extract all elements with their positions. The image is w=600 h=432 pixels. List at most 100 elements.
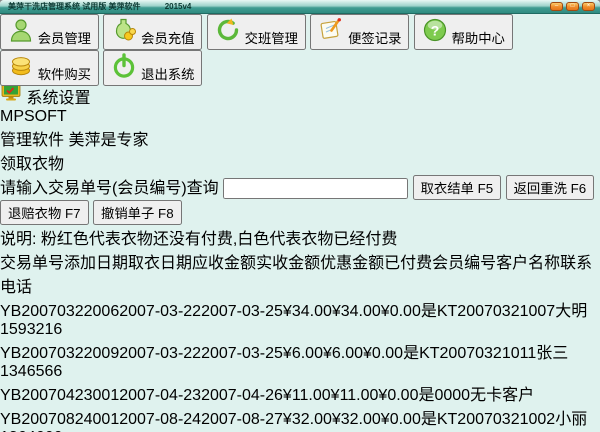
exit-system-button[interactable]: 退出系统 bbox=[103, 50, 203, 86]
notes-record-button[interactable]: 便签记录 bbox=[310, 14, 410, 50]
table-cell: ¥0.00 bbox=[380, 303, 421, 320]
power-icon bbox=[111, 53, 141, 82]
column-header[interactable]: 优惠金额 bbox=[320, 255, 384, 272]
logo-tagline: 管理软件 美萍是专家 bbox=[0, 132, 149, 149]
column-header[interactable]: 实收金额 bbox=[256, 255, 320, 272]
table-cell: 2007-04-26 bbox=[201, 387, 283, 404]
return-compensate-button[interactable]: 退赔衣物 F7 bbox=[0, 200, 89, 225]
table-row[interactable]: YB200708240012007-08-242007-08-27¥32.00¥… bbox=[0, 405, 600, 432]
orders-table-body: YB200703220062007-03-222007-03-25¥34.00¥… bbox=[0, 297, 600, 432]
table-cell: YB20070322009 bbox=[0, 345, 120, 362]
table-cell: 0000 bbox=[434, 387, 471, 404]
color-legend: 说明: 粉红色代表衣物还没有付费,白色代表衣物已经付费 bbox=[0, 231, 398, 248]
toolbar-label: 软件购买 bbox=[37, 67, 92, 82]
table-cell: 2007-03-25 bbox=[201, 303, 283, 320]
orders-table: 交易单号添加日期取衣日期应收金额实收金额优惠金额已付费会员编号客户名称联系电话 … bbox=[0, 249, 600, 432]
column-header[interactable]: 取衣日期 bbox=[128, 255, 192, 272]
table-cell: ¥32.00 bbox=[282, 411, 332, 428]
app-version: 2015v4 bbox=[164, 2, 192, 11]
table-cell: KT20070321002 bbox=[436, 411, 556, 428]
settings-monitor-icon bbox=[0, 83, 26, 107]
titlebar: 美萍干洗店管理系统 试用版 美萍软件 2015v4 – □ × bbox=[0, 0, 600, 14]
toolbar-label: 便签记录 bbox=[348, 31, 402, 46]
column-header[interactable]: 应收金额 bbox=[192, 255, 256, 272]
table-cell: 2007-08-27 bbox=[201, 411, 283, 428]
table-cell: 张三 bbox=[536, 345, 569, 362]
order-search-input[interactable] bbox=[223, 178, 409, 199]
column-header[interactable]: 会员编号 bbox=[432, 255, 496, 272]
table-cell: 是 bbox=[420, 411, 437, 428]
table-cell: YB20070824001 bbox=[0, 411, 120, 428]
table-cell: ¥11.00 bbox=[282, 387, 331, 404]
table-cell: 1346566 bbox=[0, 363, 63, 380]
table-cell: KT20070321011 bbox=[419, 345, 537, 362]
table-cell: 是 bbox=[420, 303, 437, 320]
logo-mp: MP bbox=[0, 108, 24, 125]
column-header[interactable]: 已付费 bbox=[384, 255, 432, 272]
svg-text:?: ? bbox=[431, 23, 440, 39]
notes-icon bbox=[318, 18, 348, 46]
table-cell: YB20070322006 bbox=[0, 303, 120, 320]
table-row[interactable]: YB200703220062007-03-222007-03-25¥34.00¥… bbox=[0, 297, 600, 339]
column-header[interactable]: 客户名称 bbox=[496, 255, 560, 272]
help-icon: ? bbox=[422, 18, 452, 46]
sidebar-item-label: 系统设置 bbox=[26, 90, 91, 107]
settle-pickup-button[interactable]: 取衣结单 F5 bbox=[412, 175, 502, 200]
table-cell: ¥0.00 bbox=[378, 387, 419, 404]
table-cell: 无卡客户 bbox=[470, 387, 535, 404]
search-label: 请输入交易单号(会员编号)查询 bbox=[0, 180, 219, 197]
recharge-icon bbox=[111, 18, 141, 46]
purchase-icon bbox=[8, 57, 38, 82]
table-cell: 2007-03-22 bbox=[119, 345, 202, 362]
table-row[interactable]: YB200704230012007-04-232007-04-26¥11.00¥… bbox=[0, 381, 600, 405]
table-cell: ¥34.00 bbox=[282, 303, 332, 320]
table-cell: ¥0.00 bbox=[363, 345, 404, 362]
app-title: 美萍干洗店管理系统 试用版 美萍软件 bbox=[8, 2, 141, 11]
table-cell: ¥6.00 bbox=[322, 345, 364, 362]
table-cell: 2007-08-24 bbox=[119, 411, 202, 428]
table-cell: 是 bbox=[403, 345, 420, 362]
table-cell: ¥34.00 bbox=[331, 303, 381, 320]
table-cell: KT20070321007 bbox=[436, 303, 556, 320]
orders-table-header: 交易单号添加日期取衣日期应收金额实收金额优惠金额已付费会员编号客户名称联系电话 bbox=[0, 249, 600, 297]
table-cell: YB20070423001 bbox=[0, 387, 120, 404]
main-toolbar: 会员管理 会员充值 交班管理 便签记录 ? 帮助中心 软件购买 退出系统 bbox=[0, 14, 600, 86]
window-controls: – □ × bbox=[550, 2, 595, 11]
member-management-button[interactable]: 会员管理 bbox=[0, 14, 100, 50]
table-cell: 1593216 bbox=[0, 321, 63, 338]
software-purchase-button[interactable]: 软件购买 bbox=[0, 50, 100, 86]
table-cell: 2007-03-25 bbox=[201, 345, 283, 362]
toolbar-label: 帮助中心 bbox=[451, 31, 505, 46]
toolbar-label: 交班管理 bbox=[244, 31, 298, 46]
cancel-order-button[interactable]: 撤销单子 F8 bbox=[93, 200, 182, 225]
table-cell: 2007-03-22 bbox=[119, 303, 202, 320]
table-cell: ¥11.00 bbox=[330, 387, 379, 404]
mpsoft-logo: MPSOFT 管理软件 美萍是专家 bbox=[0, 108, 600, 150]
app-window: 美萍干洗店管理系统 试用版 美萍软件 2015v4 – □ × 会员管理 会员充… bbox=[0, 0, 600, 432]
table-cell: ¥6.00 bbox=[282, 345, 323, 362]
table-cell: 小丽 bbox=[555, 411, 588, 428]
maximize-button[interactable]: □ bbox=[566, 2, 579, 11]
window-title: 美萍干洗店管理系统 试用版 美萍软件 2015v4 bbox=[8, 0, 191, 14]
search-row: 请输入交易单号(会员编号)查询 取衣结单 F5 返回重洗 F6 退赔衣物 F7 … bbox=[0, 174, 600, 225]
column-header[interactable]: 添加日期 bbox=[64, 255, 128, 272]
close-button[interactable]: × bbox=[582, 2, 595, 11]
table-cell: 大明 bbox=[555, 303, 588, 320]
table-row[interactable]: YB200703220092007-03-222007-03-25¥6.00¥6… bbox=[0, 339, 600, 381]
tab-collect-clothes[interactable]: 领取衣物 bbox=[0, 150, 600, 174]
toolbar-label: 退出系统 bbox=[141, 67, 195, 82]
toolbar-label: 会员管理 bbox=[37, 31, 92, 46]
page-collect-clothes: 领取衣物 请输入交易单号(会员编号)查询 取衣结单 F5 返回重洗 F6 退赔衣… bbox=[0, 150, 600, 432]
logo-soft: SOFT bbox=[24, 108, 67, 125]
column-header[interactable]: 交易单号 bbox=[0, 255, 64, 272]
member-recharge-button[interactable]: 会员充值 bbox=[103, 14, 203, 50]
help-center-button[interactable]: ? 帮助中心 bbox=[413, 14, 513, 50]
member-icon bbox=[8, 19, 38, 46]
rewash-button[interactable]: 返回重洗 F6 bbox=[505, 175, 595, 200]
minimize-button[interactable]: – bbox=[550, 2, 563, 11]
table-cell: ¥32.00 bbox=[331, 411, 381, 428]
shift-management-button[interactable]: 交班管理 bbox=[206, 14, 306, 50]
toolbar-label: 会员充值 bbox=[141, 31, 195, 46]
shift-icon bbox=[215, 18, 245, 46]
table-cell: ¥0.00 bbox=[380, 411, 421, 428]
